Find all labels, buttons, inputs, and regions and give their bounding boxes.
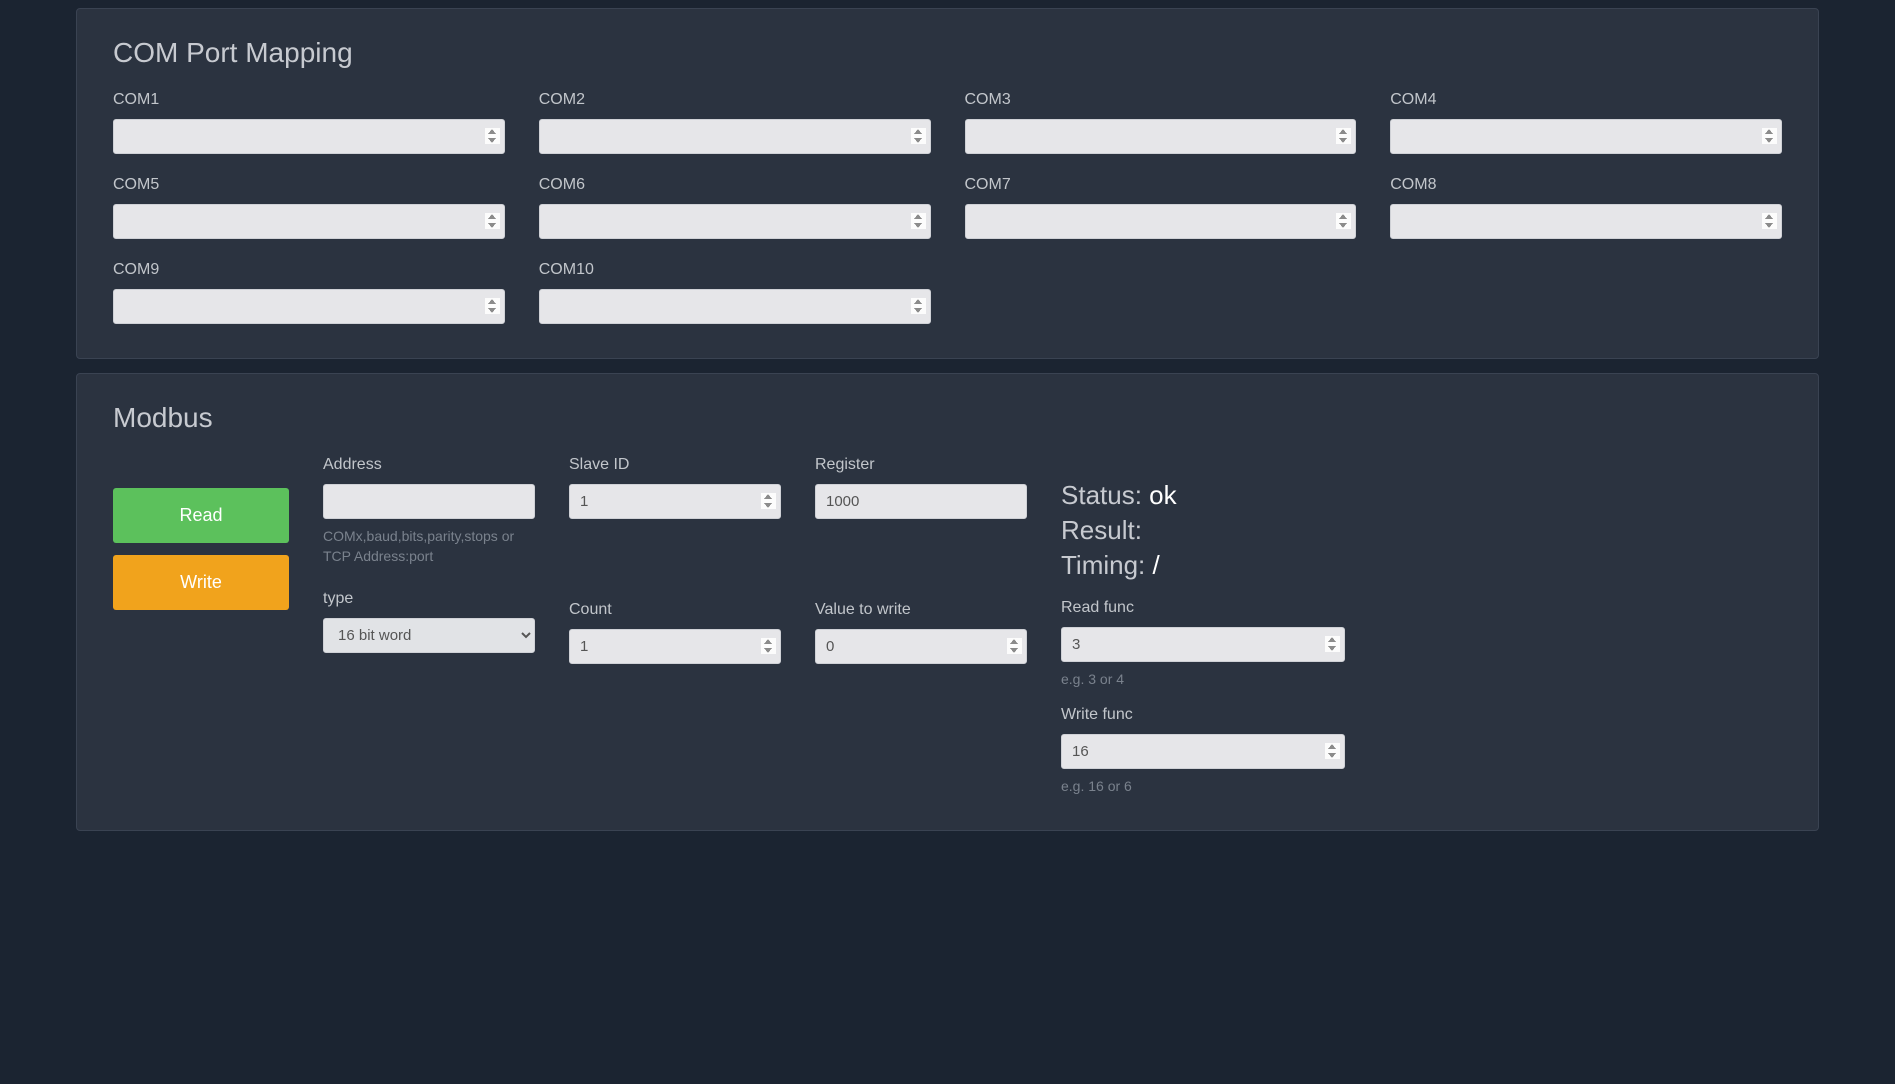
com-port-label: COM6 (539, 176, 931, 194)
read-func-label: Read func (1061, 599, 1345, 617)
com-port-mapping-panel: COM Port Mapping COM1COM2COM3COM4COM5COM… (76, 8, 1819, 359)
slave-id-label: Slave ID (569, 456, 781, 474)
timing-line: Timing: / (1061, 550, 1345, 581)
modbus-panel: Modbus Read Write Address COMx,baud,bits… (76, 373, 1819, 831)
com-port-field: COM10 (539, 261, 931, 324)
address-helper: COMx,baud,bits,parity,stops or TCP Addre… (323, 527, 535, 566)
write-func-label: Write func (1061, 706, 1345, 724)
com-port-input[interactable] (539, 204, 931, 239)
count-label: Count (569, 601, 781, 619)
com-port-label: COM10 (539, 261, 931, 279)
type-label: type (323, 590, 535, 608)
status-label: Status: (1061, 480, 1149, 510)
value-to-write-label: Value to write (815, 601, 1027, 619)
modbus-col-status: Status: ok Result: Timing: / Read func e… (1061, 456, 1345, 796)
com-port-grid: COM1 COM2 COM3 COM4 COM5 COM6 COM7 COM8 COM9 COM1… (113, 91, 1782, 324)
count-input[interactable] (569, 629, 781, 664)
com-port-input[interactable] (539, 289, 931, 324)
address-label: Address (323, 456, 535, 474)
timing-value: / (1153, 550, 1160, 580)
com-port-field: COM1 (113, 91, 505, 154)
read-button[interactable]: Read (113, 488, 289, 543)
value-to-write-input[interactable] (815, 629, 1027, 664)
com-port-input[interactable] (539, 119, 931, 154)
timing-label: Timing: (1061, 550, 1153, 580)
com-port-input[interactable] (965, 204, 1357, 239)
com-port-label: COM3 (965, 91, 1357, 109)
com-port-label: COM9 (113, 261, 505, 279)
slave-id-input[interactable] (569, 484, 781, 519)
com-port-field: COM3 (965, 91, 1357, 154)
com-port-input[interactable] (1390, 119, 1782, 154)
modbus-title: Modbus (113, 402, 1782, 434)
modbus-col-register: Register Value to write (815, 456, 1027, 664)
com-port-label: COM7 (965, 176, 1357, 194)
write-func-input[interactable] (1061, 734, 1345, 769)
com-port-field: COM7 (965, 176, 1357, 239)
type-select[interactable]: 16 bit word (323, 618, 535, 653)
com-port-input[interactable] (113, 119, 505, 154)
com-port-mapping-title: COM Port Mapping (113, 37, 1782, 69)
register-input[interactable] (815, 484, 1027, 519)
com-port-field: COM8 (1390, 176, 1782, 239)
register-label: Register (815, 456, 1027, 474)
com-port-label: COM1 (113, 91, 505, 109)
com-port-label: COM4 (1390, 91, 1782, 109)
address-input[interactable] (323, 484, 535, 519)
result-line: Result: (1061, 515, 1345, 546)
read-func-input[interactable] (1061, 627, 1345, 662)
com-port-label: COM2 (539, 91, 931, 109)
com-port-input[interactable] (965, 119, 1357, 154)
modbus-col-address: Address COMx,baud,bits,parity,stops or T… (323, 456, 535, 653)
com-port-input[interactable] (113, 289, 505, 324)
com-port-label: COM5 (113, 176, 505, 194)
com-port-input[interactable] (113, 204, 505, 239)
com-port-label: COM8 (1390, 176, 1782, 194)
com-port-field: COM4 (1390, 91, 1782, 154)
result-label: Result: (1061, 515, 1142, 545)
com-port-field: COM6 (539, 176, 931, 239)
com-port-field: COM2 (539, 91, 931, 154)
com-port-input[interactable] (1390, 204, 1782, 239)
status-line: Status: ok (1061, 480, 1345, 511)
read-func-helper: e.g. 3 or 4 (1061, 670, 1345, 690)
com-port-field: COM5 (113, 176, 505, 239)
modbus-buttons-col: Read Write (113, 456, 289, 622)
status-value: ok (1149, 480, 1176, 510)
modbus-col-slave: Slave ID Count (569, 456, 781, 664)
com-port-field: COM9 (113, 261, 505, 324)
write-button[interactable]: Write (113, 555, 289, 610)
write-func-helper: e.g. 16 or 6 (1061, 777, 1345, 797)
